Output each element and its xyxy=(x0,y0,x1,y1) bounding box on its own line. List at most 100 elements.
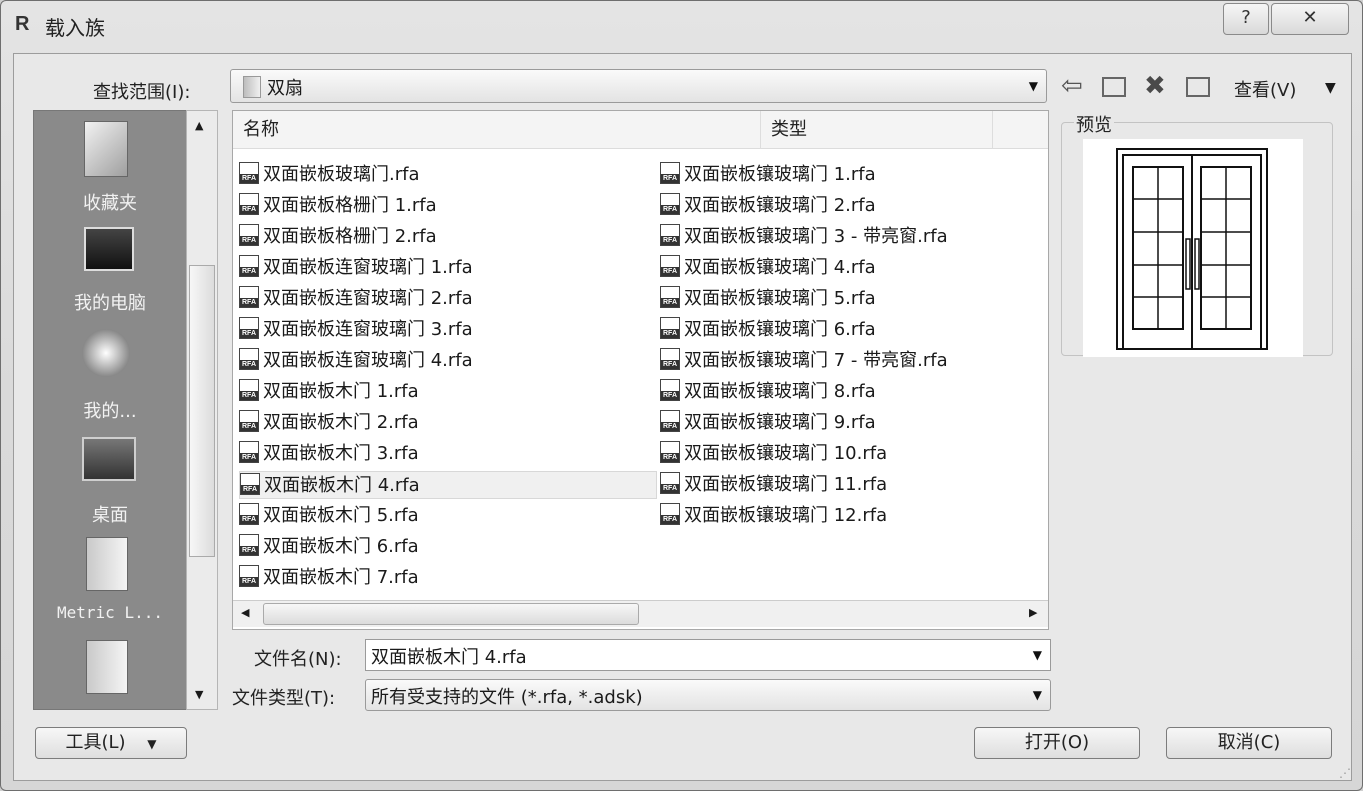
close-button[interactable]: ✕ xyxy=(1271,3,1349,35)
place-label: 我的... xyxy=(83,401,137,422)
file-item[interactable]: 双面嵌板木门 4.rfa xyxy=(239,471,657,499)
file-item[interactable]: 双面嵌板镶玻璃门 6.rfa xyxy=(660,316,990,344)
place-network[interactable]: 我的... xyxy=(34,325,186,425)
column-header-name[interactable]: 名称 xyxy=(233,111,761,149)
file-item[interactable]: 双面嵌板镶玻璃门 5.rfa xyxy=(660,285,990,313)
file-item[interactable]: 双面嵌板镶玻璃门 12.rfa xyxy=(660,502,990,530)
file-item[interactable]: 双面嵌板连窗玻璃门 4.rfa xyxy=(239,347,657,375)
place-my-computer[interactable]: 我的电脑 xyxy=(34,223,186,323)
place-label: 收藏夹 xyxy=(83,193,137,214)
file-item[interactable]: 双面嵌板镶玻璃门 10.rfa xyxy=(660,440,990,468)
rfa-file-icon xyxy=(239,162,259,184)
file-item[interactable]: 双面嵌板镶玻璃门 4.rfa xyxy=(660,254,990,282)
filename-label: 文件名(N): xyxy=(254,649,342,670)
tools-label: 工具(L) xyxy=(65,732,126,753)
rfa-file-icon xyxy=(239,286,259,308)
rfa-file-icon xyxy=(660,224,680,246)
file-item[interactable]: 双面嵌板镶玻璃门 2.rfa xyxy=(660,192,990,220)
rfa-file-icon xyxy=(239,503,259,525)
scroll-up-icon[interactable]: ▲ xyxy=(195,119,203,132)
file-item[interactable]: 双面嵌板木门 1.rfa xyxy=(239,378,657,406)
scroll-thumb[interactable] xyxy=(263,603,639,625)
file-item[interactable]: 双面嵌板木门 5.rfa xyxy=(239,502,657,530)
file-list-hscrollbar[interactable]: ◀ ▶ xyxy=(233,600,1048,627)
new-folder-icon[interactable] xyxy=(1186,77,1210,97)
rfa-file-icon xyxy=(660,348,680,370)
rfa-file-icon xyxy=(660,255,680,277)
file-item[interactable]: 双面嵌板木门 7.rfa xyxy=(239,564,657,592)
rfa-file-icon xyxy=(239,224,259,246)
rfa-file-icon xyxy=(660,162,680,184)
file-name: 双面嵌板镶玻璃门 6.rfa xyxy=(684,319,876,340)
lookin-combo[interactable]: 双扇 ▼ xyxy=(230,69,1047,103)
open-label: 打开(O) xyxy=(1024,732,1090,753)
filename-input[interactable]: 双面嵌板木门 4.rfa ▼ xyxy=(365,639,1051,671)
chevron-down-icon[interactable]: ▼ xyxy=(1325,80,1336,96)
rfa-file-icon xyxy=(660,193,680,215)
chevron-down-icon: ▼ xyxy=(1032,688,1042,702)
file-name: 双面嵌板镶玻璃门 4.rfa xyxy=(684,257,876,278)
file-item[interactable]: 双面嵌板玻璃门.rfa xyxy=(239,161,657,189)
tools-button[interactable]: 工具(L) ▼ xyxy=(35,727,187,759)
column-header-type[interactable]: 类型 xyxy=(761,111,993,149)
file-item[interactable]: 双面嵌板镶玻璃门 3 - 带亮窗.rfa xyxy=(660,223,990,251)
file-name: 双面嵌板镶玻璃门 7 - 带亮窗.rfa xyxy=(684,350,948,371)
places-scrollbar[interactable]: ▲ ▼ xyxy=(186,110,218,710)
scroll-left-icon[interactable]: ◀ xyxy=(241,606,249,619)
place-label: 我的电脑 xyxy=(74,293,146,314)
file-item[interactable]: 双面嵌板木门 2.rfa xyxy=(239,409,657,437)
file-name: 双面嵌板镶玻璃门 10.rfa xyxy=(684,443,888,464)
place-folder[interactable] xyxy=(34,636,186,706)
file-item[interactable]: 双面嵌板镶玻璃门 11.rfa xyxy=(660,471,990,499)
file-list[interactable]: 名称 类型 双面嵌板玻璃门.rfa 双面嵌板格栅门 1.rfa 双面嵌板格栅门 2.… xyxy=(232,110,1049,630)
file-item[interactable]: 双面嵌板连窗玻璃门 3.rfa xyxy=(239,316,657,344)
delete-icon[interactable]: ✖ xyxy=(1144,71,1166,101)
rfa-file-icon xyxy=(239,410,259,432)
filetype-value: 所有受支持的文件 (*.rfa, *.adsk) xyxy=(371,687,643,708)
rfa-file-icon xyxy=(660,410,680,432)
rfa-file-icon xyxy=(239,441,259,463)
cancel-button[interactable]: 取消(C) xyxy=(1166,727,1332,759)
up-folder-icon[interactable] xyxy=(1102,77,1126,97)
window-title: 载入族 xyxy=(45,16,105,40)
filetype-select[interactable]: 所有受支持的文件 (*.rfa, *.adsk) ▼ xyxy=(365,679,1051,711)
rfa-file-icon xyxy=(660,441,680,463)
scroll-right-icon[interactable]: ▶ xyxy=(1029,606,1037,619)
file-item[interactable]: 双面嵌板镶玻璃门 1.rfa xyxy=(660,161,990,189)
file-name: 双面嵌板玻璃门.rfa xyxy=(263,164,420,185)
rfa-file-icon xyxy=(660,472,680,494)
rfa-file-icon xyxy=(660,503,680,525)
file-name: 双面嵌板镶玻璃门 11.rfa xyxy=(684,474,888,495)
help-button[interactable]: ? xyxy=(1223,3,1269,35)
place-metric-library[interactable]: Metric L... xyxy=(34,531,186,631)
file-item[interactable]: 双面嵌板连窗玻璃门 1.rfa xyxy=(239,254,657,282)
filename-value: 双面嵌板木门 4.rfa xyxy=(371,647,527,668)
rfa-file-icon xyxy=(239,379,259,401)
view-menu[interactable]: 查看(V) xyxy=(1234,76,1296,102)
scroll-thumb[interactable] xyxy=(189,265,215,557)
file-item[interactable]: 双面嵌板连窗玻璃门 2.rfa xyxy=(239,285,657,313)
file-name: 双面嵌板木门 7.rfa xyxy=(263,567,419,588)
file-item[interactable]: 双面嵌板木门 3.rfa xyxy=(239,440,657,468)
resize-grip-icon[interactable]: ⋰ xyxy=(1339,766,1351,780)
file-name: 双面嵌板格栅门 2.rfa xyxy=(263,226,437,247)
file-item[interactable]: 双面嵌板镶玻璃门 9.rfa xyxy=(660,409,990,437)
place-favorites[interactable]: 收藏夹 xyxy=(34,117,186,217)
rfa-file-icon xyxy=(660,379,680,401)
file-item[interactable]: 双面嵌板格栅门 1.rfa xyxy=(239,192,657,220)
place-desktop[interactable]: 桌面 xyxy=(34,433,186,533)
filetype-label: 文件类型(T): xyxy=(232,688,336,709)
chevron-down-icon[interactable]: ▼ xyxy=(1033,648,1042,662)
rfa-file-icon xyxy=(239,565,259,587)
rfa-file-icon xyxy=(239,193,259,215)
scroll-down-icon[interactable]: ▼ xyxy=(195,688,203,701)
file-name: 双面嵌板镶玻璃门 3 - 带亮窗.rfa xyxy=(684,226,948,247)
rfa-file-icon xyxy=(239,255,259,277)
file-item[interactable]: 双面嵌板木门 6.rfa xyxy=(239,533,657,561)
file-name: 双面嵌板镶玻璃门 12.rfa xyxy=(684,505,888,526)
open-button[interactable]: 打开(O) xyxy=(974,727,1140,759)
file-item[interactable]: 双面嵌板格栅门 2.rfa xyxy=(239,223,657,251)
back-icon[interactable]: ⇦ xyxy=(1061,71,1083,101)
file-item[interactable]: 双面嵌板镶玻璃门 7 - 带亮窗.rfa xyxy=(660,347,990,375)
file-item[interactable]: 双面嵌板镶玻璃门 8.rfa xyxy=(660,378,990,406)
